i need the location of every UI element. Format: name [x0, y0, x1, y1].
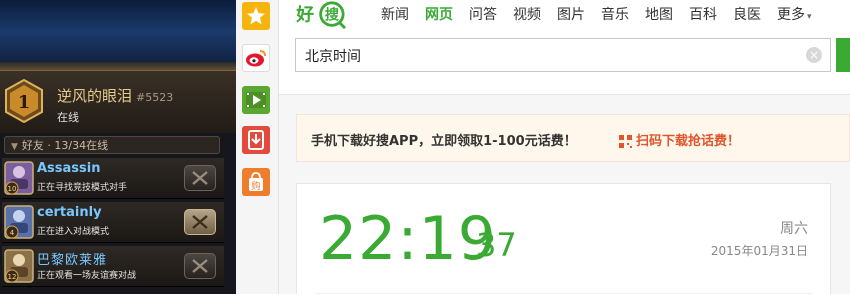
- game-banner: [0, 0, 236, 70]
- tab-news[interactable]: 新闻: [381, 4, 409, 24]
- friend-portrait-icon: 4: [4, 205, 34, 239]
- player-status: 在线: [57, 111, 79, 124]
- friend-activity: 正在观看一场友谊赛对战: [37, 271, 137, 281]
- challenge-button[interactable]: [184, 165, 216, 191]
- player-name: 逆风的眼泪: [57, 87, 133, 105]
- tab-qa[interactable]: 问答: [469, 4, 497, 24]
- svg-text:购: 购: [251, 180, 260, 192]
- tab-doctor[interactable]: 良医: [733, 4, 761, 24]
- friend-portrait-icon: 12: [4, 249, 34, 283]
- friend-name: certainly: [37, 205, 102, 220]
- friend-name: 巴黎欧莱雅: [37, 253, 108, 268]
- friends-count: 好友 · 13/34在线: [21, 139, 109, 152]
- challenge-button[interactable]: [184, 209, 216, 235]
- top-nav-bar: 好 搜 新闻 网页 问答 视频 图片 音乐 地图 百科 良医 更多 ▾: [279, 0, 850, 30]
- video-play-icon: [246, 92, 266, 108]
- clock-seconds: 37: [476, 226, 517, 264]
- crossed-swords-icon: [192, 259, 208, 273]
- friend-row[interactable]: 4 certainly 正在进入对战模式: [0, 202, 236, 243]
- favorites-button[interactable]: [242, 2, 270, 30]
- clock-hours-minutes: 22:19: [319, 204, 497, 274]
- search-category-tabs: 新闻 网页 问答 视频 图片 音乐 地图 百科 良医 更多 ▾: [381, 4, 828, 24]
- weibo-button[interactable]: [242, 44, 270, 72]
- download-button[interactable]: [242, 126, 270, 154]
- shopping-button[interactable]: 购: [242, 168, 270, 196]
- friend-portrait-icon: 10: [4, 161, 34, 195]
- shopping-bag-icon: 购: [249, 172, 263, 192]
- app-download-banner: 手机下载好搜APP，立即领取1-100元话费！ 扫码下载抢话费！: [296, 114, 850, 162]
- friend-activity: 正在进入对战模式: [37, 227, 110, 237]
- promo-link[interactable]: 扫码下载抢话费！: [619, 130, 740, 149]
- video-button[interactable]: [242, 86, 270, 114]
- tab-more-label: 更多: [777, 7, 805, 23]
- tab-music[interactable]: 音乐: [601, 4, 629, 24]
- qr-code-icon: [619, 135, 632, 148]
- clock-weekday: 周六: [780, 221, 808, 237]
- tab-web[interactable]: 网页: [425, 4, 453, 24]
- side-icon-bar: 购: [236, 0, 279, 294]
- friend-level: 10: [8, 185, 17, 193]
- tab-images[interactable]: 图片: [557, 4, 585, 24]
- challenge-button[interactable]: [184, 253, 216, 279]
- tab-maps[interactable]: 地图: [645, 4, 673, 24]
- star-icon: [247, 7, 265, 25]
- weibo-icon: [246, 50, 266, 67]
- tab-baike[interactable]: 百科: [689, 4, 717, 24]
- haosou-logo[interactable]: 好 搜: [294, 0, 366, 30]
- player-profile[interactable]: 1 逆风的眼泪 #5523 在线: [0, 70, 236, 133]
- friend-name: Assassin: [37, 161, 101, 176]
- logo-text-b: 搜: [325, 7, 340, 24]
- player-tag: #5523: [136, 91, 174, 104]
- chevron-down-icon: ▾: [807, 12, 812, 22]
- promo-link-text: 扫码下载抢话费！: [636, 134, 741, 149]
- tab-more[interactable]: 更多 ▾: [777, 4, 812, 24]
- logo-text-a: 好: [295, 4, 314, 26]
- tab-video[interactable]: 视频: [513, 4, 541, 24]
- promo-text: 手机下载好搜APP，立即领取1-100元话费！: [311, 134, 577, 149]
- friends-header[interactable]: ▼ 好友 · 13/34在线: [4, 136, 220, 154]
- search-box: ×: [295, 38, 831, 73]
- search-button[interactable]: [836, 38, 850, 72]
- friend-level: 4: [10, 229, 15, 237]
- clock-date: 2015年01月31日: [710, 244, 808, 258]
- download-icon: [248, 130, 264, 150]
- crossed-swords-icon: [192, 171, 208, 185]
- friend-row[interactable]: 10 Assassin 正在寻找竞技模式对手: [0, 158, 236, 199]
- rank-badge-icon: 1: [5, 79, 43, 123]
- friend-row[interactable]: 12 巴黎欧莱雅 正在观看一场友谊赛对战: [0, 246, 236, 287]
- game-friends-panel: 1 逆风的眼泪 #5523 在线 ▼ 好友 · 13/34在线 10 Assassi…: [0, 0, 236, 294]
- friend-activity: 正在寻找竞技模式对手: [37, 183, 128, 193]
- collapse-arrow-icon: ▼: [11, 142, 18, 152]
- rank-number: 1: [18, 92, 31, 113]
- clear-search-icon[interactable]: ×: [806, 47, 822, 63]
- search-page: 好 搜 新闻 网页 问答 视频 图片 音乐 地图 百科 良医 更多▾ × 手机下…: [279, 0, 850, 294]
- crossed-swords-icon: [192, 215, 208, 229]
- search-input[interactable]: [296, 39, 807, 73]
- beijing-time-card: 22:19 37 周六 2015年01月31日: [296, 183, 831, 294]
- friend-level: 12: [8, 273, 17, 281]
- search-row: ×: [279, 30, 850, 95]
